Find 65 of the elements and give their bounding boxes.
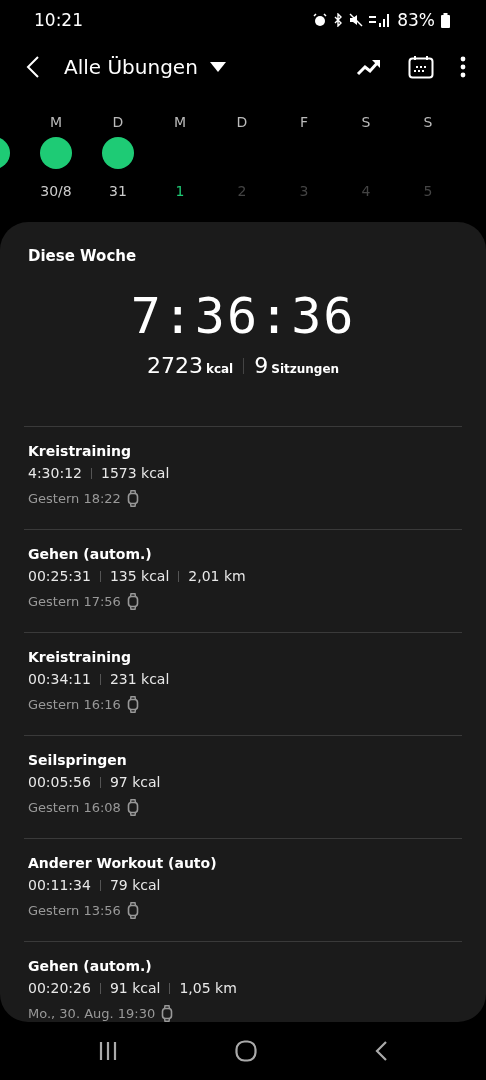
weekday-letter: D [236, 113, 248, 132]
battery-percent: 83% [397, 10, 435, 30]
workout-stat: 1,05 km [179, 980, 237, 996]
day-date[interactable]: 31 [109, 183, 127, 199]
trend-icon[interactable] [356, 57, 382, 77]
weekday-letter: S [423, 113, 433, 132]
workout-entry[interactable]: Seilspringen 00:05:56 97 kcal Gestern 16:08 [24, 735, 462, 838]
workout-stat: 97 kcal [109, 774, 161, 790]
watch-icon [126, 490, 139, 507]
workout-entry[interactable]: Anderer Workout (auto) 00:11:34 79 kcal Gestern 13:56 [24, 838, 462, 941]
workout-name: Gehen (autom.) [28, 958, 153, 974]
watch-icon [126, 902, 139, 919]
signal-icon [369, 13, 392, 27]
workout-stat: 2,01 km [188, 568, 246, 584]
session-count: 9 Sitzungen [254, 353, 340, 378]
workout-time: Gestern 18:22 [28, 491, 121, 506]
workout-stat: 4:30:12 [28, 465, 82, 481]
status-time: 10:21 [34, 10, 83, 30]
workout-name: Seilspringen [28, 752, 128, 768]
watch-icon [161, 1005, 174, 1022]
back-button[interactable] [26, 55, 40, 79]
more-menu-icon[interactable] [460, 56, 466, 78]
workout-time: Gestern 13:56 [28, 903, 121, 918]
workout-stat: 91 kcal [109, 980, 161, 996]
workout-entry[interactable]: Kreistraining 4:30:12 1573 kcal Gestern 18:22 [24, 426, 462, 529]
workout-time: Gestern 16:16 [28, 697, 121, 712]
workout-time: Gestern 17:56 [28, 594, 121, 609]
day-date[interactable]: 30/8 [40, 183, 72, 199]
workout-name: Kreistraining [28, 443, 132, 459]
bluetooth-icon [333, 13, 344, 27]
workout-name: Kreistraining [28, 649, 132, 665]
watch-icon [126, 593, 139, 610]
workout-name: Gehen (autom.) [28, 546, 153, 562]
calendar-icon[interactable] [408, 55, 434, 79]
workout-stat: 79 kcal [109, 877, 161, 893]
weekday-letter: F [299, 113, 309, 132]
workout-entry[interactable]: Gehen (autom.) 00:25:31 135 kcal 2,01 km Gestern 17:56 [24, 529, 462, 632]
workout-name: Anderer Workout (auto) [28, 855, 218, 871]
total-duration: 7:36:36 [130, 287, 356, 345]
weekday-letter: D [112, 113, 124, 132]
weekday-letter: S [361, 113, 371, 132]
workout-time: Gestern 16:08 [28, 800, 121, 815]
workout-stat: 00:34:11 [28, 671, 91, 687]
total-calories: 2723 kcal [146, 353, 234, 378]
watch-icon [126, 799, 139, 816]
workout-stat: 1573 kcal [101, 465, 170, 481]
battery-icon [441, 12, 450, 28]
workout-entry[interactable]: Gehen (autom.) 00:20:26 91 kcal 1,05 km Mo., 30. Aug. 19:30 [24, 941, 462, 1022]
summary-title: Diese Woche [28, 247, 138, 265]
day-date[interactable]: 1 [175, 183, 185, 199]
workout-stat: 00:25:31 [28, 568, 91, 584]
workout-entry[interactable]: Kreistraining 00:34:11 231 kcal Gestern 16:16 [24, 632, 462, 735]
workout-time: Mo., 30. Aug. 19:30 [28, 1006, 156, 1021]
workout-stat: 135 kcal [109, 568, 170, 584]
workout-stat: 00:05:56 [28, 774, 91, 790]
workout-stat: 231 kcal [109, 671, 170, 687]
mute-icon [349, 13, 364, 27]
weekday-letter: M [173, 113, 187, 132]
screen-title[interactable]: Alle Übungen [64, 55, 198, 79]
workout-stat: 00:11:34 [28, 877, 91, 893]
dropdown-caret-icon[interactable] [209, 62, 226, 72]
watch-icon [126, 696, 139, 713]
alarm-icon [313, 13, 328, 27]
workout-stat: 00:20:26 [28, 980, 91, 996]
weekday-letter: M [49, 113, 63, 132]
